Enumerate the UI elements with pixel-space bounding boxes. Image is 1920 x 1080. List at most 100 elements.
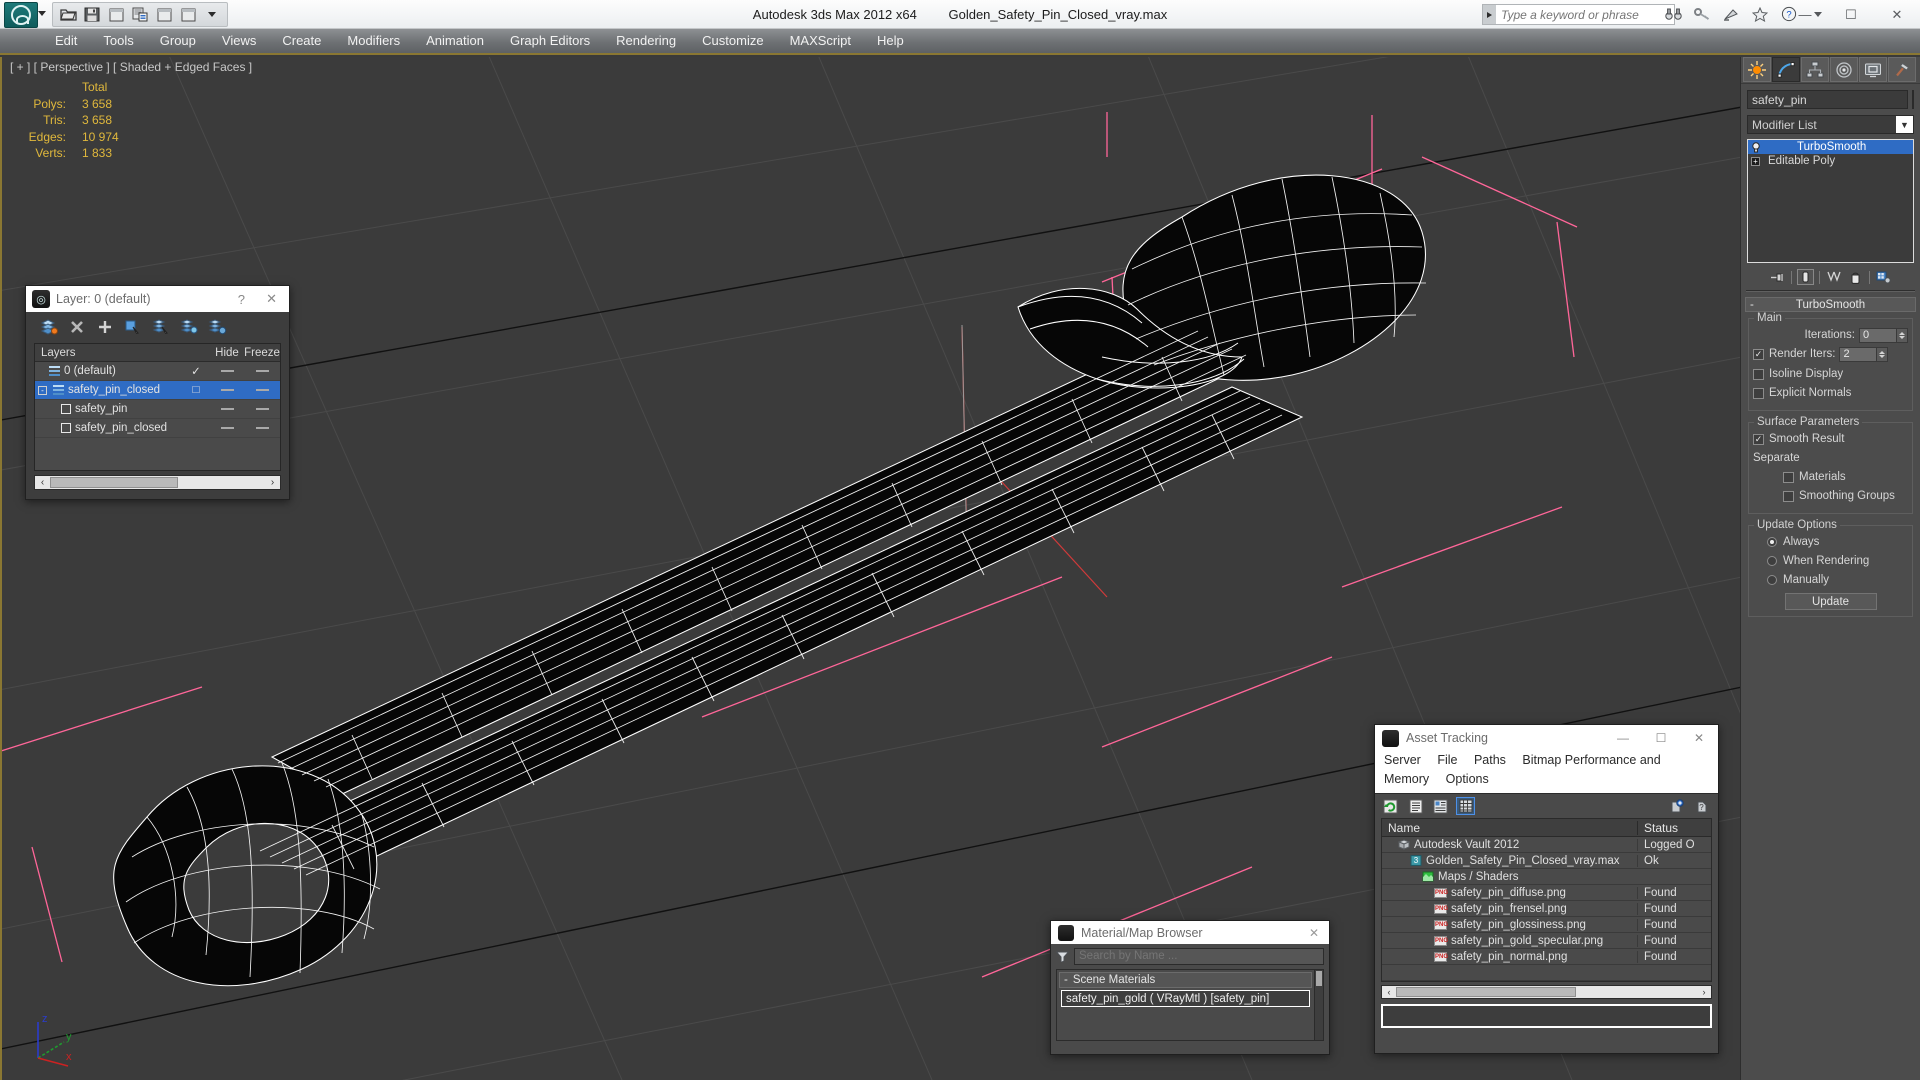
display-tab-icon[interactable] <box>1859 57 1887 82</box>
refresh-icon[interactable] <box>1381 797 1400 815</box>
smooth-result-row[interactable]: ✓ Smooth Result <box>1753 431 1908 447</box>
asset-row-gold-specular[interactable]: PNG safety_pin_gold_specular.png Found <box>1382 933 1711 949</box>
motion-tab-icon[interactable] <box>1830 57 1858 82</box>
command-panel[interactable]: Modifier List ▼ TurboSmooth + Editable P… <box>1740 57 1920 1080</box>
asset-scroll-left[interactable]: ‹ <box>1382 987 1396 997</box>
material-browser-vertical-scrollbar[interactable] <box>1314 970 1323 1040</box>
search-dropdown-icon[interactable] <box>1483 5 1496 24</box>
menu-item-group[interactable]: Group <box>147 29 209 53</box>
asset-scroll-thumb[interactable] <box>1396 987 1576 997</box>
modifier-list-dropdown[interactable]: Modifier List ▼ <box>1747 115 1914 134</box>
asset-row-vault[interactable]: Autodesk Vault 2012 Logged O <box>1382 837 1711 853</box>
layer-hide-toggle[interactable] <box>210 389 244 391</box>
materials-row[interactable]: Materials <box>1753 469 1908 485</box>
key-icon[interactable] <box>1692 3 1712 25</box>
turbosmooth-rollout[interactable]: - TurboSmooth Main Iterations: ✓ Render … <box>1745 297 1916 617</box>
layer-current-mark[interactable]: ✓ <box>182 364 210 378</box>
material-map-browser[interactable]: Material/Map Browser ✕ - Scene Materials… <box>1050 920 1330 1055</box>
asset-row-maps-shaders[interactable]: Maps / Shaders <box>1382 869 1711 885</box>
asset-list[interactable]: Name Status Autodesk Vault 2012 Logged O… <box>1381 818 1712 982</box>
layer-properties-icon[interactable] <box>176 315 202 339</box>
render-iters-checkbox[interactable]: ✓ <box>1753 348 1764 360</box>
layer-settings-icon[interactable] <box>204 315 230 339</box>
layer-hide-toggle[interactable] <box>210 370 244 372</box>
open-file-icon[interactable] <box>57 4 79 25</box>
update-option-when-rendering[interactable]: When Rendering <box>1753 553 1908 569</box>
menu-item-help[interactable]: Help <box>864 29 917 53</box>
close-button[interactable]: ✕ <box>1874 0 1920 29</box>
satellite-dish-icon[interactable] <box>1721 3 1741 25</box>
undo-icon[interactable] <box>153 4 175 25</box>
layer-horizontal-scrollbar[interactable]: ‹ › <box>34 475 281 490</box>
modifier-stack-item-turbosmooth[interactable]: TurboSmooth <box>1748 140 1913 154</box>
delete-layer-icon[interactable] <box>64 315 90 339</box>
layer-close-button[interactable]: ✕ <box>266 291 277 307</box>
material-browser-close-button[interactable]: ✕ <box>1309 926 1319 940</box>
asset-menu-options[interactable]: Options <box>1446 772 1489 786</box>
binoculars-icon[interactable] <box>1663 3 1683 25</box>
layer-list[interactable]: Layers Hide Freeze 0 (default) ✓ - safet… <box>34 343 281 471</box>
menu-item-tools[interactable]: Tools <box>90 29 146 53</box>
maximize-button[interactable]: ☐ <box>1828 0 1874 29</box>
star-icon[interactable] <box>1750 3 1770 25</box>
utilities-tab-icon[interactable] <box>1888 57 1916 82</box>
material-scroll-thumb[interactable] <box>1316 971 1322 986</box>
render-iters-spinner[interactable] <box>1839 346 1889 362</box>
layer-hide-toggle[interactable] <box>210 408 244 410</box>
configure-sets-icon[interactable] <box>1875 269 1892 285</box>
explicit-normals-checkbox[interactable] <box>1753 387 1764 399</box>
detail-view-icon[interactable] <box>1431 797 1450 815</box>
menu-item-modifiers[interactable]: Modifiers <box>334 29 413 53</box>
rollout-collapse-icon[interactable]: - <box>1750 299 1754 311</box>
asset-tracking-dialog[interactable]: Asset Tracking — ☐ ✕ Server File Paths B… <box>1374 724 1719 1054</box>
material-item-safety-pin-gold[interactable]: safety_pin_gold ( VRayMtl ) [safety_pin] <box>1061 990 1310 1007</box>
asset-maximize-button[interactable]: ☐ <box>1642 731 1680 745</box>
manually-radio[interactable] <box>1767 575 1777 585</box>
modifier-stack-item-editable-poly[interactable]: + Editable Poly <box>1748 154 1913 168</box>
layer-freeze-toggle[interactable] <box>244 370 280 372</box>
menu-item-rendering[interactable]: Rendering <box>603 29 689 53</box>
scene-materials-collapse-icon[interactable]: - <box>1064 974 1068 986</box>
isoline-display-row[interactable]: Isoline Display <box>1753 366 1908 382</box>
update-button[interactable]: Update <box>1784 593 1877 610</box>
pin-stack-icon[interactable] <box>1769 269 1786 285</box>
update-option-always[interactable]: Always <box>1753 534 1908 550</box>
materials-checkbox[interactable] <box>1783 471 1794 483</box>
asset-row-diffuse[interactable]: PNG safety_pin_diffuse.png Found <box>1382 885 1711 901</box>
search-input[interactable] <box>1496 5 1674 24</box>
modifier-stack[interactable]: TurboSmooth + Editable Poly <box>1747 139 1914 263</box>
asset-horizontal-scrollbar[interactable]: ‹ › <box>1381 985 1712 999</box>
layer-hide-toggle[interactable] <box>210 427 244 429</box>
iterations-input[interactable] <box>1859 327 1897 343</box>
app-menu-caret-icon[interactable] <box>38 11 46 16</box>
when-rendering-radio[interactable] <box>1767 556 1777 566</box>
qat-overflow-icon[interactable] <box>201 4 223 25</box>
layer-dialog[interactable]: ◎ Layer: 0 (default) ? ✕ Layers Hide Fre… <box>25 285 290 500</box>
material-browser-titlebar[interactable]: Material/Map Browser ✕ <box>1051 921 1329 944</box>
asset-menu-bitmap[interactable]: Bitmap Performance and Memory <box>1384 753 1661 786</box>
menu-item-graph-editors[interactable]: Graph Editors <box>497 29 603 53</box>
asset-menu-server[interactable]: Server <box>1384 753 1421 767</box>
chevron-down-icon[interactable]: ▼ <box>1896 116 1913 133</box>
help-query-icon[interactable]: ? <box>1692 797 1711 815</box>
render-iters-input[interactable] <box>1839 346 1878 362</box>
layer-scroll-right[interactable]: › <box>265 477 280 488</box>
funnel-filter-icon[interactable] <box>1056 951 1069 962</box>
make-unique-icon[interactable] <box>1825 269 1842 285</box>
update-option-manually[interactable]: Manually <box>1753 572 1908 588</box>
layer-row-object-safety-pin[interactable]: safety_pin <box>35 400 280 419</box>
menu-item-animation[interactable]: Animation <box>413 29 497 53</box>
layer-dialog-titlebar[interactable]: ◎ Layer: 0 (default) ? ✕ <box>26 286 289 312</box>
iterations-spinner[interactable] <box>1859 327 1908 343</box>
menu-item-views[interactable]: Views <box>209 29 269 53</box>
explicit-normals-row[interactable]: Explicit Normals <box>1753 385 1908 401</box>
asset-minimize-button[interactable]: — <box>1604 731 1642 745</box>
object-name-input[interactable] <box>1747 90 1908 109</box>
asset-row-max-file[interactable]: 3 Golden_Safety_Pin_Closed_vray.max Ok <box>1382 853 1711 869</box>
hierarchy-tab-icon[interactable] <box>1801 57 1829 82</box>
layer-freeze-toggle[interactable] <box>244 408 280 410</box>
asset-row-glossiness[interactable]: PNG safety_pin_glossiness.png Found <box>1382 917 1711 933</box>
new-layer-icon[interactable] <box>36 315 62 339</box>
grid-view-icon[interactable] <box>1456 797 1475 815</box>
layer-row-default[interactable]: 0 (default) ✓ <box>35 362 280 381</box>
